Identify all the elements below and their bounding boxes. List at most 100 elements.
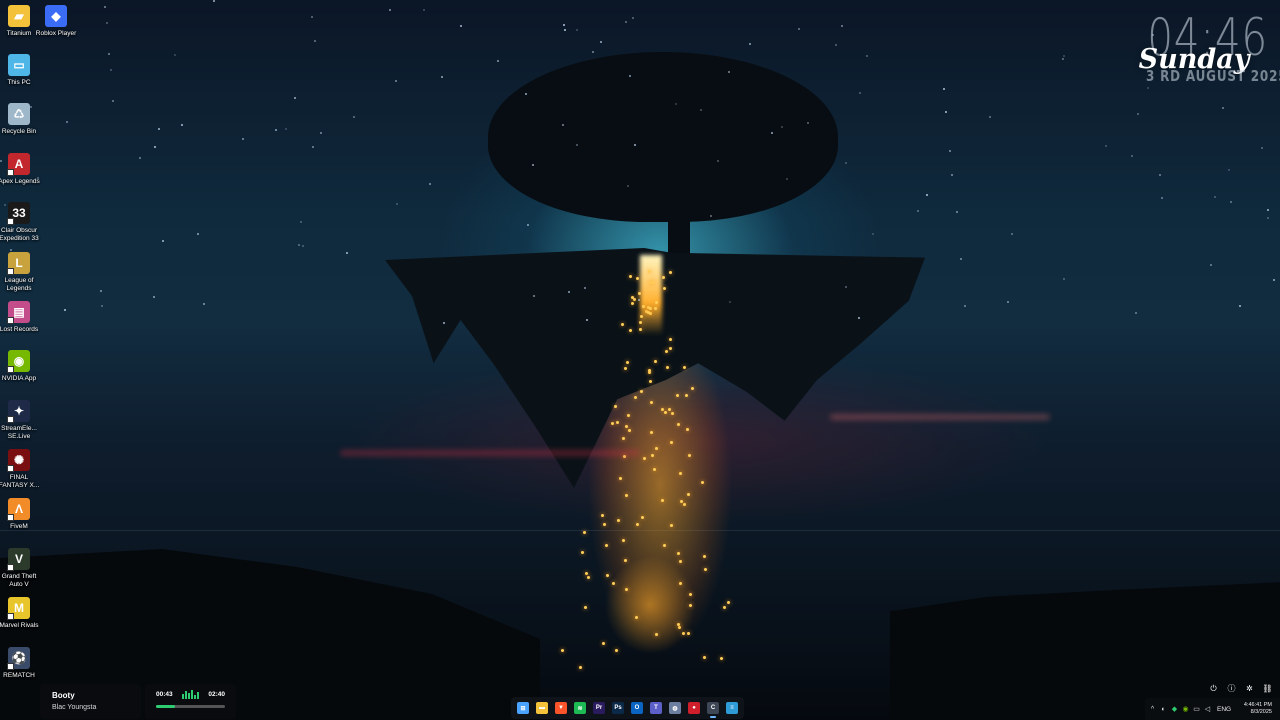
system-tray: ^ ◐ ◆ ◉ ▭ ◁ ENG 4:46:41 PM 8/3/2025 [1145, 698, 1280, 720]
taskbar-brave-browser-button[interactable]: ▼ [552, 699, 570, 717]
desktop-icon[interactable]: Λ FiveM [0, 498, 38, 531]
desktop-icon[interactable]: 33 Clair Obscur Expedition 33 [0, 202, 39, 242]
fivem-icon: Λ [7, 498, 30, 521]
tree-trunk [668, 170, 690, 255]
premiere-pro-icon: Pr [593, 702, 605, 714]
desktop-icon-label: FINAL FANTASY X... [0, 474, 40, 489]
desktop-icon[interactable]: ▤ Lost Records [0, 301, 38, 334]
desktop-icon[interactable]: ⚽ REMATCH [0, 647, 38, 680]
monitor-icon: ▭ [8, 54, 30, 76]
desktop-icon-label: NVIDIA App [1, 375, 37, 382]
shortcut-arrow-icon [7, 564, 14, 571]
taskbar-outlook-button[interactable]: O [628, 699, 646, 717]
volume-icon[interactable]: ◁ [1204, 705, 1211, 713]
floating-island [385, 248, 925, 488]
desktop-icon-label: Marvel Rivals [0, 622, 39, 629]
taskbar-spotify-button[interactable]: ≋ [571, 699, 589, 717]
league-of-legends-icon: L [7, 252, 30, 275]
taskbar-cursor-app-button[interactable]: C [704, 699, 722, 718]
desktop-icon[interactable]: ◉ NVIDIA App [0, 350, 38, 383]
tray-time: 4:46:41 PM [1243, 702, 1272, 708]
now-playing-card[interactable]: Booty Blac Youngsta [40, 684, 141, 719]
shortcut-arrow-icon [7, 514, 14, 521]
link-icon[interactable]: ⛓ [1262, 684, 1272, 693]
desktop-icon[interactable]: M Marvel Rivals [0, 597, 39, 630]
apex-legends-icon: A [7, 153, 30, 176]
desktop-icon-label: Lost Records [0, 326, 39, 333]
final-fantasy-icon: ✺ [7, 449, 30, 472]
chevron-up-icon[interactable]: ^ [1149, 706, 1156, 713]
desktop-icon[interactable]: ▭ This PC [0, 54, 38, 87]
taskbar: ⊞ ▬ ▼ ≋ Pr Ps O T ◍ ● C ≡ [511, 697, 744, 719]
desktop-icon[interactable]: ✺ FINAL FANTASY X... [0, 449, 40, 489]
shield-icon[interactable]: ◆ [1171, 705, 1178, 713]
shortcut-arrow-icon [7, 366, 14, 373]
lost-records-icon: ▤ [7, 301, 30, 324]
glow-core [640, 255, 662, 335]
progress-bar[interactable] [156, 705, 225, 708]
taskbar-globe-button[interactable]: ◍ [666, 699, 684, 717]
start-icon: ⊞ [517, 702, 529, 714]
taskbar-file-explorer-button[interactable]: ▬ [533, 699, 551, 717]
light-trail [560, 255, 760, 675]
water-reflection [590, 540, 710, 670]
shortcut-arrow-icon [7, 465, 14, 472]
shortcut-arrow-icon [7, 169, 14, 176]
rematch-icon: ⚽ [7, 647, 30, 670]
nvidia-icon: ◉ [7, 350, 30, 373]
progress-fill [156, 705, 175, 708]
file-explorer-icon: ▬ [536, 702, 548, 714]
desktop-icon-label: Clair Obscur Expedition 33 [0, 227, 39, 242]
desktop-icon-label: StreamEle... SE.Live [1, 425, 37, 440]
taskbar-teams-button[interactable]: T [647, 699, 665, 717]
desktop-icon[interactable]: V Grand Theft Auto V [0, 548, 38, 588]
desktop-icon[interactable]: ♺ Recycle Bin [0, 103, 38, 136]
steam-icon[interactable]: ◐ [1160, 706, 1167, 713]
desktop-icon[interactable]: ◆ Roblox Player [35, 5, 77, 38]
settings-icon[interactable]: ✲ [1245, 684, 1254, 693]
tray-clock[interactable]: 4:46:41 PM 8/3/2025 [1244, 702, 1276, 716]
nvidia-tray-icon[interactable]: ◉ [1182, 705, 1189, 713]
pink-cloud-streak [830, 414, 1050, 420]
tray-date: 8/3/2025 [1250, 709, 1272, 715]
tree-canopy [488, 52, 838, 222]
horizon-line [0, 530, 1280, 531]
desktop-icon[interactable]: L League of Legends [0, 252, 38, 292]
taskbar-premiere-pro-button[interactable]: Pr [590, 699, 608, 717]
display-icon[interactable]: ▭ [1193, 705, 1200, 713]
desktop-icon[interactable]: ✦ StreamEle... SE.Live [0, 400, 38, 440]
elapsed-time: 00:43 [156, 691, 173, 698]
info-icon[interactable]: ⓘ [1227, 684, 1236, 693]
taskbar-photoshop-button[interactable]: Ps [609, 699, 627, 717]
power-icon[interactable]: ⏻ [1209, 684, 1218, 693]
song-title: Booty [52, 691, 75, 700]
language-indicator[interactable]: ENG [1217, 706, 1231, 713]
expedition-33-icon: 33 [7, 202, 30, 225]
folder-icon: ▰ [8, 5, 30, 27]
desktop-icon-label: This PC [7, 79, 31, 86]
duration-time: 02:40 [208, 691, 225, 698]
desktop-icon-label: Roblox Player [35, 30, 77, 37]
desktop-icon[interactable]: A Apex Legends [0, 153, 40, 186]
notepad-icon: ≡ [726, 702, 738, 714]
desktop-icon-label: League of Legends [4, 277, 34, 292]
playback-progress-card[interactable]: 00:43 02:40 [145, 684, 236, 719]
desktop-icon-label: Recycle Bin [1, 128, 37, 135]
photoshop-icon: Ps [612, 702, 624, 714]
shortcut-arrow-icon [7, 613, 14, 620]
wallpaper [0, 0, 1280, 720]
taskbar-start-button[interactable]: ⊞ [514, 699, 532, 717]
taskbar-red-app-button[interactable]: ● [685, 699, 703, 717]
spotify-icon: ≋ [574, 702, 586, 714]
roblox-icon: ◆ [45, 5, 67, 27]
clock-date: 3 RD AUGUST 2025 [1146, 67, 1280, 85]
marvel-rivals-icon: M [7, 597, 30, 620]
desktop-icon-label: Grand Theft Auto V [1, 573, 37, 588]
shortcut-arrow-icon [7, 317, 14, 324]
desktop-icon[interactable]: ▰ Titanium [0, 5, 38, 38]
taskbar-notepad-button[interactable]: ≡ [723, 699, 741, 717]
shortcut-arrow-icon [7, 416, 14, 423]
equalizer-icon [182, 690, 199, 699]
tray-quick-icons: ⏻ ⓘ ✲ ⛓ [1209, 684, 1272, 694]
clock-widget: 04:46 Sunday 3 RD AUGUST 2025 [1134, 10, 1280, 115]
